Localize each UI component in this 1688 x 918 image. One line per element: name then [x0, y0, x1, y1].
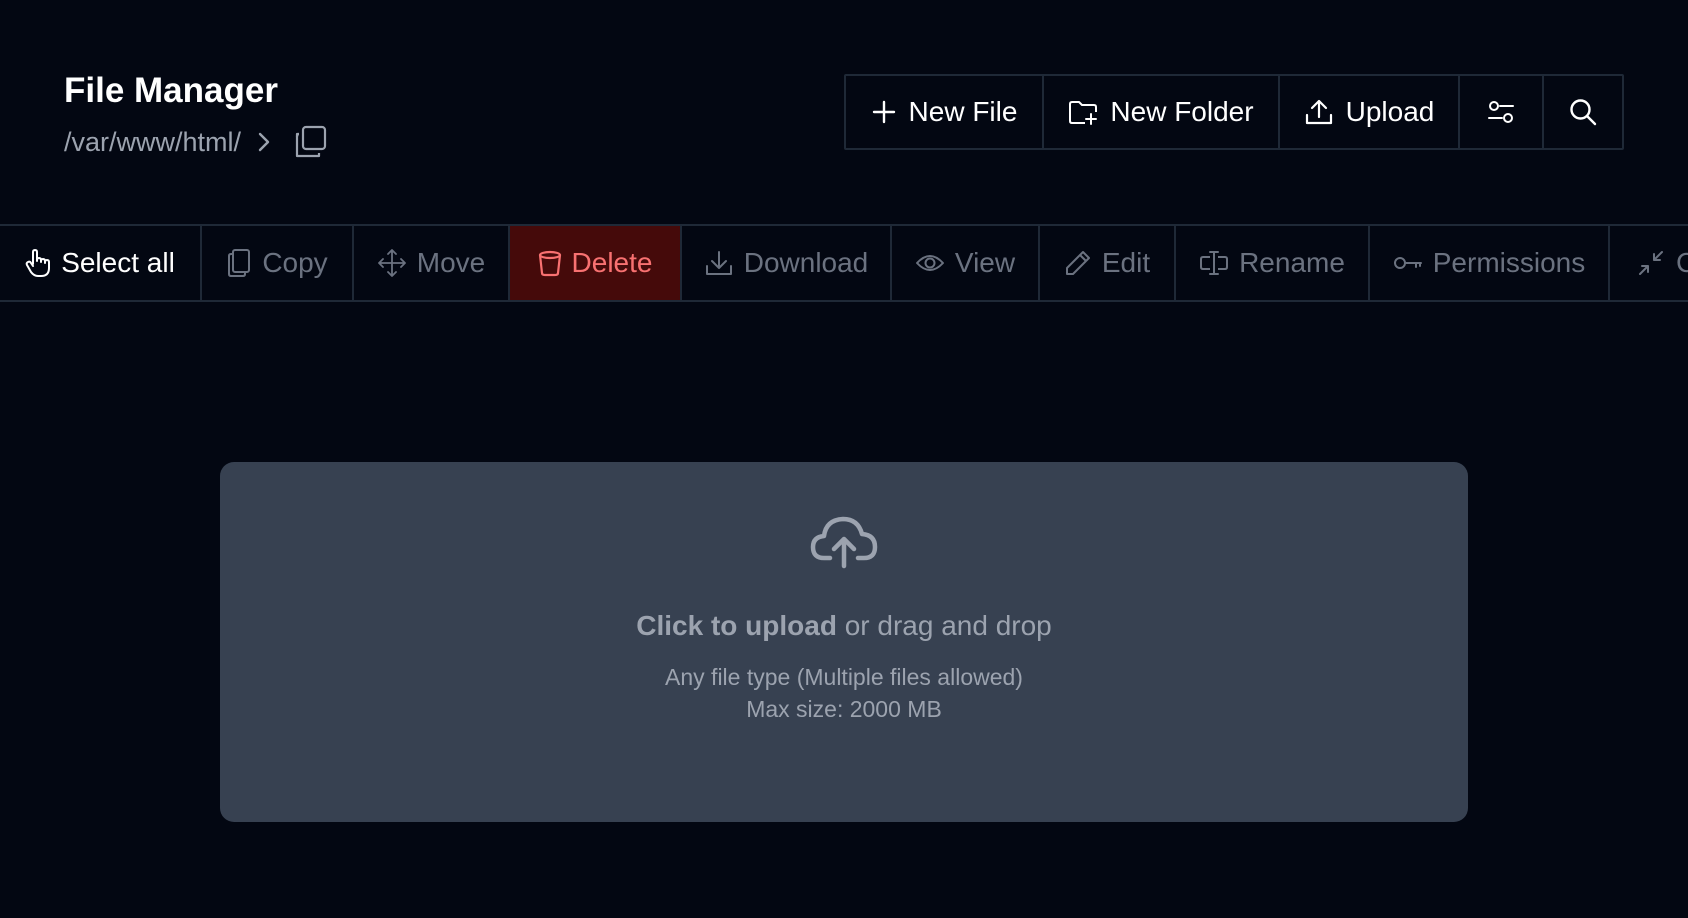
top-actions: New File New Folder Upload: [844, 74, 1624, 150]
pointer-hand-icon: [25, 249, 51, 277]
page-title: File Manager: [64, 71, 278, 110]
copy-path-button[interactable]: [293, 124, 329, 160]
delete-button[interactable]: Delete: [510, 226, 682, 300]
edit-button[interactable]: Edit: [1040, 226, 1176, 300]
rename-label: Rename: [1239, 247, 1345, 278]
trash-icon: [538, 250, 561, 277]
download-button[interactable]: Download: [682, 226, 892, 300]
filter-settings-button[interactable]: [1460, 76, 1544, 148]
download-label: Download: [743, 247, 869, 278]
upload-icon: [1305, 99, 1332, 125]
new-file-button[interactable]: New File: [846, 76, 1044, 148]
download-icon: [705, 251, 732, 275]
drag-drop-text: or drag and drop: [836, 610, 1052, 641]
click-to-upload-link[interactable]: Click to upload: [636, 610, 837, 641]
breadcrumb: /var/www/html/: [64, 122, 329, 162]
new-folder-label: New Folder: [1110, 96, 1254, 127]
rename-icon: [1200, 251, 1229, 275]
dropzone-instructions: Click to upload or drag and drop: [220, 610, 1468, 642]
upload-button[interactable]: Upload: [1280, 76, 1460, 148]
delete-label: Delete: [571, 247, 653, 278]
sliders-icon: [1488, 101, 1514, 123]
max-size-hint: Max size: 2000 MB: [746, 696, 942, 722]
select-all-label: Select all: [61, 247, 175, 278]
compress-icon: [1639, 251, 1663, 275]
chevron-right-icon[interactable]: [257, 128, 277, 156]
copy-icon: [295, 125, 327, 158]
key-icon: [1393, 257, 1422, 269]
eye-icon: [915, 255, 944, 271]
compress-label: C: [1676, 247, 1688, 279]
folder-plus-icon: [1069, 101, 1098, 125]
file-type-hint: Any file type (Multiple files allowed): [665, 664, 1023, 690]
cloud-upload-icon: [810, 516, 878, 569]
plus-icon: [872, 100, 895, 124]
permissions-button[interactable]: Permissions: [1370, 226, 1610, 300]
move-button[interactable]: Move: [354, 226, 510, 300]
edit-label: Edit: [1101, 247, 1151, 278]
new-folder-button[interactable]: New Folder: [1044, 76, 1280, 148]
select-all-button[interactable]: Select all: [0, 226, 202, 300]
copy-button[interactable]: Copy: [202, 226, 354, 300]
upload-label: Upload: [1345, 96, 1435, 127]
copy-icon: [228, 249, 251, 277]
move-label: Move: [416, 247, 486, 278]
copy-label: Copy: [262, 247, 328, 278]
permissions-label: Permissions: [1432, 247, 1586, 278]
compress-button[interactable]: C: [1610, 226, 1688, 300]
rename-button[interactable]: Rename: [1176, 226, 1370, 300]
selection-toolbar: Select all Copy Move Delete Download Vie…: [0, 224, 1688, 302]
view-label: View: [954, 247, 1016, 278]
current-path: /var/www/html/: [64, 126, 242, 157]
new-file-label: New File: [908, 96, 1018, 127]
view-button[interactable]: View: [892, 226, 1040, 300]
upload-dropzone[interactable]: Click to upload or drag and drop Any fil…: [220, 462, 1468, 822]
pencil-icon: [1065, 251, 1090, 275]
search-icon: [1570, 99, 1597, 126]
move-icon: [377, 249, 406, 277]
search-button[interactable]: [1544, 76, 1622, 148]
header: File Manager /var/www/html/ New File New…: [0, 0, 1688, 225]
